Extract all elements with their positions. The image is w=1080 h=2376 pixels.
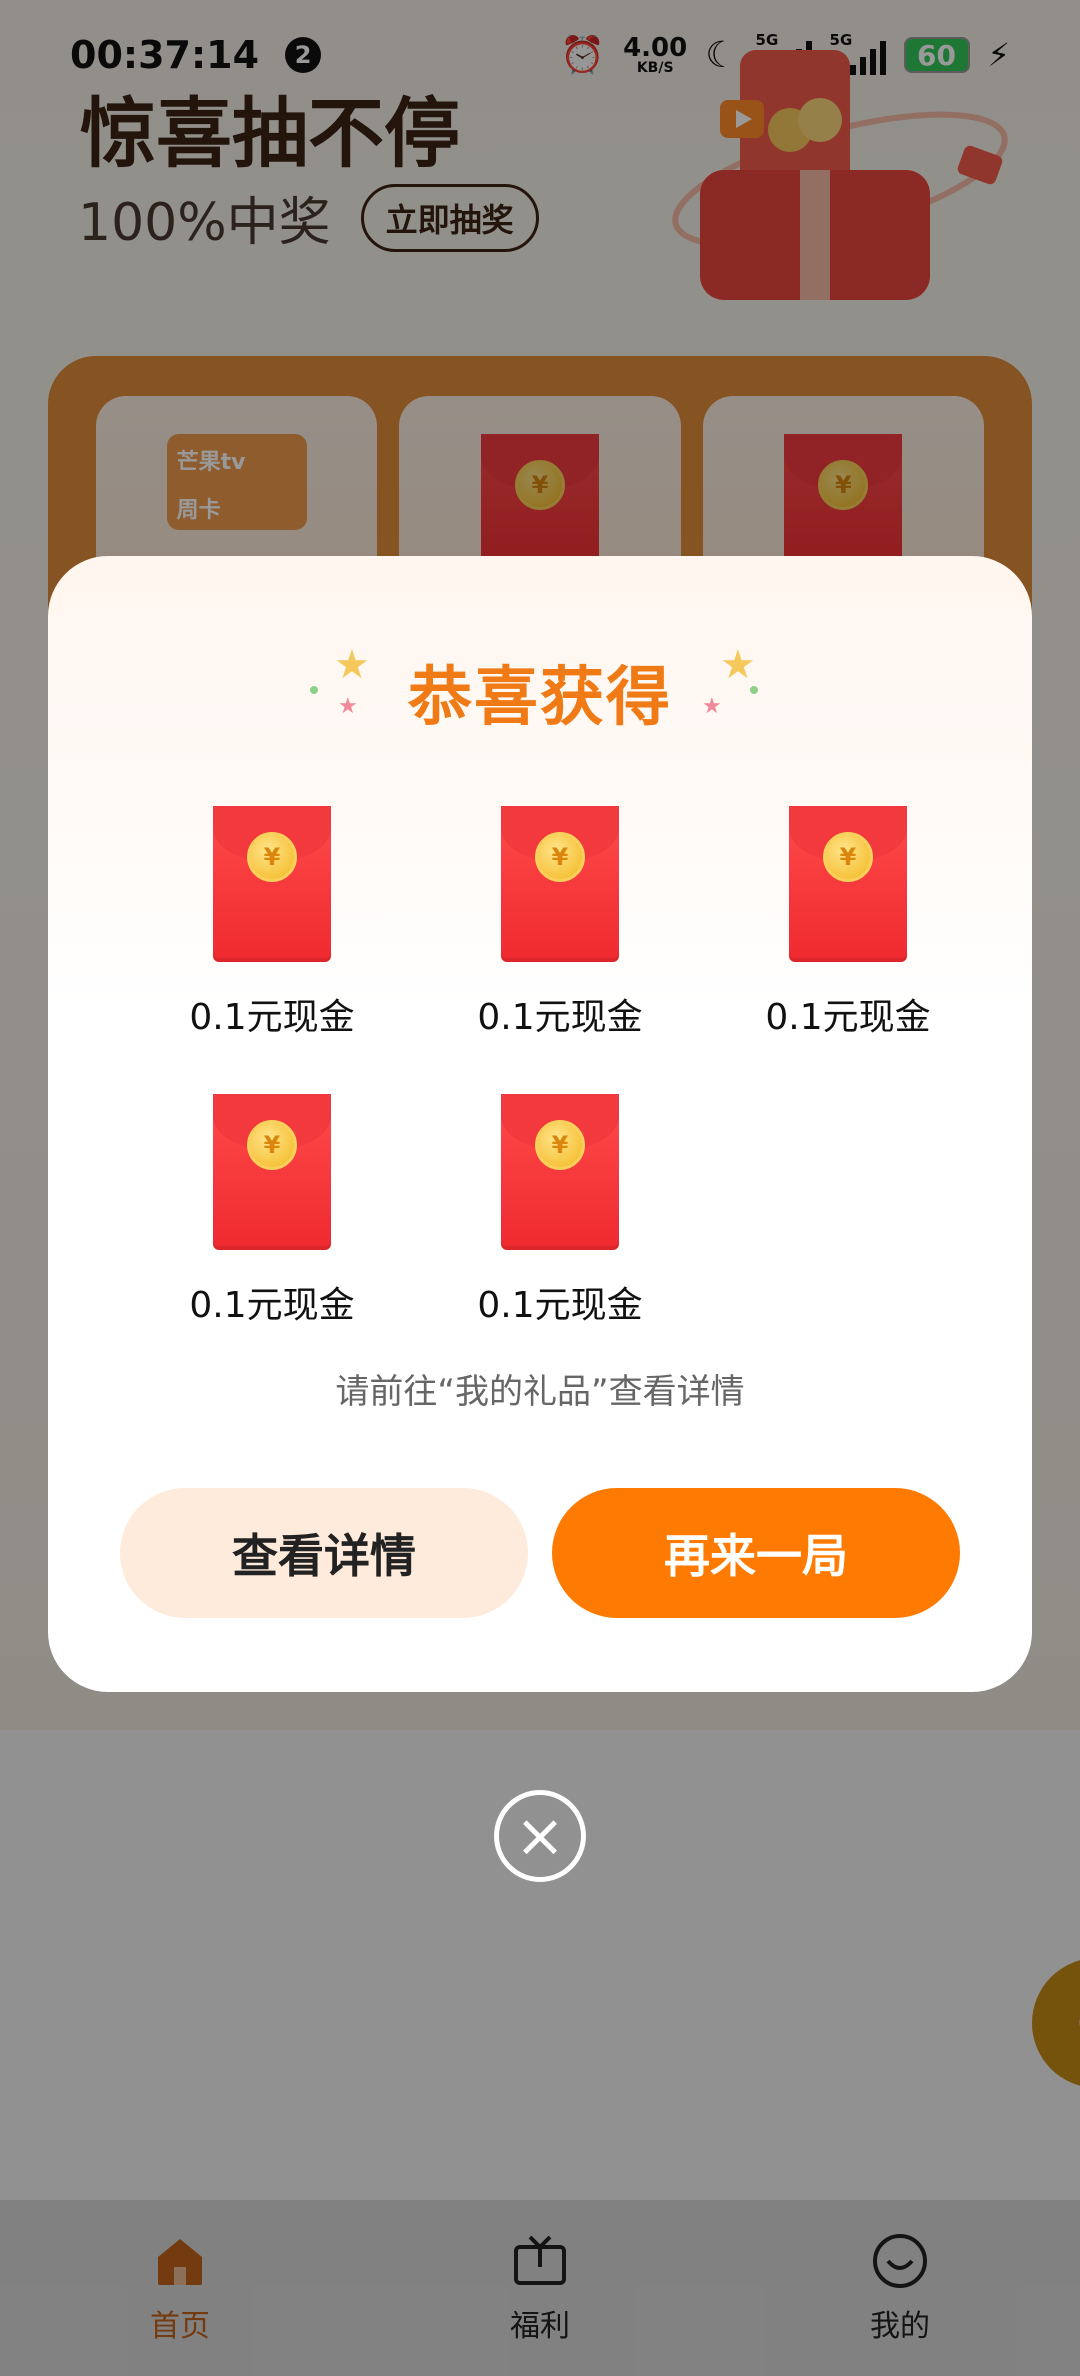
prize-label: 0.1元现金 xyxy=(477,1285,643,1326)
prize-label: 0.1元现金 xyxy=(189,997,355,1038)
star-decoration-icon: ★ xyxy=(334,642,370,688)
red-envelope-icon: ¥ xyxy=(213,1094,331,1250)
coin-icon: ¥ xyxy=(823,832,873,882)
red-envelope-icon: ¥ xyxy=(501,806,619,962)
close-button[interactable]: × xyxy=(494,1790,586,1882)
prize-item: ¥ 0.1元现金 xyxy=(416,1094,704,1328)
coin-icon: ¥ xyxy=(247,1120,297,1170)
prize-item: ¥ 0.1元现金 xyxy=(416,806,704,1040)
red-envelope-icon: ¥ xyxy=(213,806,331,962)
prize-item: ¥ 0.1元现金 xyxy=(128,1094,416,1328)
modal-header: ★ ★ 恭喜获得 ★ ★ xyxy=(48,642,1032,738)
red-envelope-icon: ¥ xyxy=(501,1094,619,1250)
prize-grid: ¥ 0.1元现金 ¥ 0.1元现金 ¥ 0.1元现金 ¥ 0.1元现金 ¥ 0.… xyxy=(128,806,992,1328)
prize-item: ¥ 0.1元现金 xyxy=(704,806,992,1040)
prize-label: 0.1元现金 xyxy=(477,997,643,1038)
gift-note: 请前往“我的礼品”查看详情 xyxy=(335,1372,745,1412)
coin-icon: ¥ xyxy=(535,1120,585,1170)
coin-icon: ¥ xyxy=(247,832,297,882)
star-decoration-icon: ★ xyxy=(702,694,722,719)
coin-icon: ¥ xyxy=(535,832,585,882)
close-icon: × xyxy=(514,1801,566,1871)
prize-modal: ★ ★ 恭喜获得 ★ ★ ¥ 0.1元现金 ¥ 0.1元现金 ¥ 0.1元现金 … xyxy=(48,556,1032,1692)
prize-item: ¥ 0.1元现金 xyxy=(128,806,416,1040)
modal-title: 恭喜获得 xyxy=(408,661,672,735)
prize-label: 0.1元现金 xyxy=(189,1285,355,1326)
dot-decoration xyxy=(750,686,758,694)
dot-decoration xyxy=(310,686,318,694)
prize-label: 0.1元现金 xyxy=(765,997,931,1038)
star-decoration-icon: ★ xyxy=(338,694,358,719)
app-screen: 00:37:14 2 ⏰ 4.00 KB/S ☾ 5G 5G 60 ⚡ 惊喜抽不… xyxy=(0,0,1080,2376)
view-details-button[interactable]: 查看详情 xyxy=(120,1488,528,1618)
star-decoration-icon: ★ xyxy=(720,642,756,688)
red-envelope-icon: ¥ xyxy=(789,806,907,962)
play-again-button[interactable]: 再来一局 xyxy=(552,1488,960,1618)
